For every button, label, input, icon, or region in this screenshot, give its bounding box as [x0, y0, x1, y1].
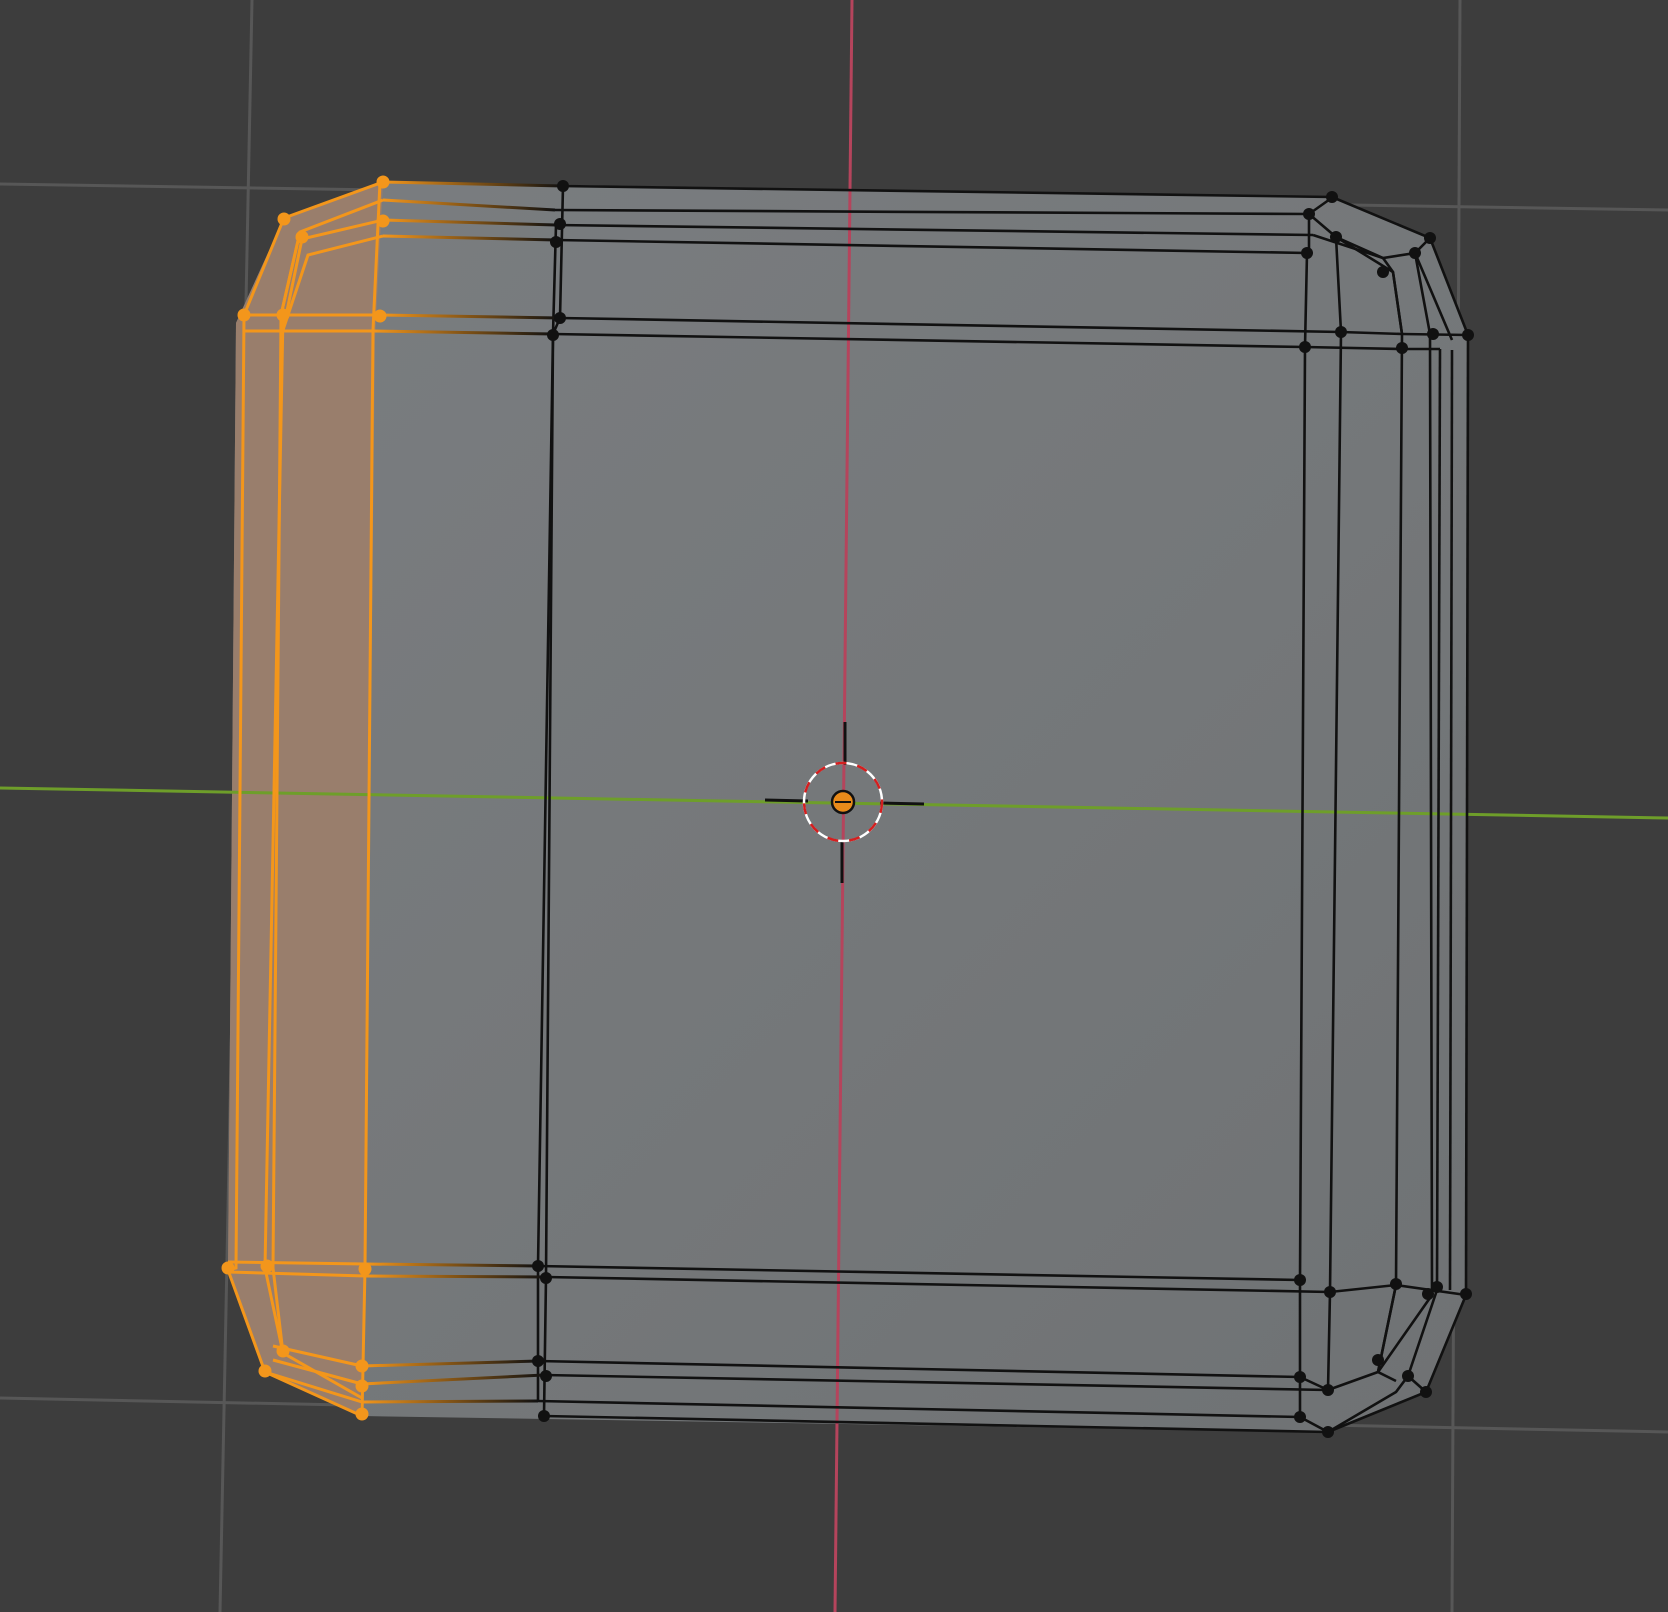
vertex: [1402, 1370, 1414, 1382]
origin-dot-icon: [830, 789, 856, 815]
vertex: [1299, 341, 1311, 353]
selected-vertex: [237, 308, 251, 322]
vertex: [1390, 1278, 1402, 1290]
viewport-canvas[interactable]: [0, 0, 1668, 1612]
vertex: [550, 236, 562, 248]
vertex: [547, 329, 559, 341]
vertex: [1322, 1426, 1334, 1438]
selected-vertex: [258, 1364, 272, 1378]
vertex: [1294, 1411, 1306, 1423]
vertex: [1420, 1386, 1432, 1398]
vertex: [1322, 1384, 1334, 1396]
selected-faces[interactable]: [228, 182, 383, 1416]
vertex: [1424, 232, 1436, 244]
vertex: [1372, 1354, 1384, 1366]
vertex: [557, 180, 569, 192]
selected-vertex: [260, 1259, 274, 1273]
vertex: [1462, 329, 1474, 341]
selected-vertex: [376, 214, 390, 228]
selected-vertex: [277, 212, 291, 226]
vertex: [538, 1410, 550, 1422]
selected-vertex: [355, 1407, 369, 1421]
selected-vertex: [221, 1261, 235, 1275]
vertex: [540, 1370, 552, 1382]
selected-vertex: [376, 175, 390, 189]
selected-vertex: [355, 1359, 369, 1373]
vertex: [532, 1260, 544, 1272]
selected-vertex: [295, 230, 309, 244]
selected-vertex: [373, 309, 387, 323]
vertex: [1294, 1274, 1306, 1286]
vertex: [1326, 191, 1338, 203]
vertex: [1396, 342, 1408, 354]
vertex: [532, 1355, 544, 1367]
vertex: [1301, 247, 1313, 259]
selected-vertex: [355, 1379, 369, 1393]
selected-vertex: [276, 1344, 290, 1358]
vertex: [1303, 208, 1315, 220]
vertex: [1324, 1286, 1336, 1298]
vertex: [1409, 247, 1421, 259]
vertex: [540, 1272, 552, 1284]
vertex: [1460, 1288, 1472, 1300]
selected-vertex: [276, 308, 290, 322]
vertex: [1377, 266, 1389, 278]
vertex: [554, 218, 566, 230]
selected-vertex: [358, 1262, 372, 1276]
vertex: [1330, 231, 1342, 243]
vertex: [1422, 1288, 1434, 1300]
vertex: [1427, 328, 1439, 340]
vertex: [1335, 326, 1347, 338]
vertex: [1294, 1371, 1306, 1383]
3d-viewport[interactable]: [0, 0, 1668, 1612]
vertex: [554, 312, 566, 324]
